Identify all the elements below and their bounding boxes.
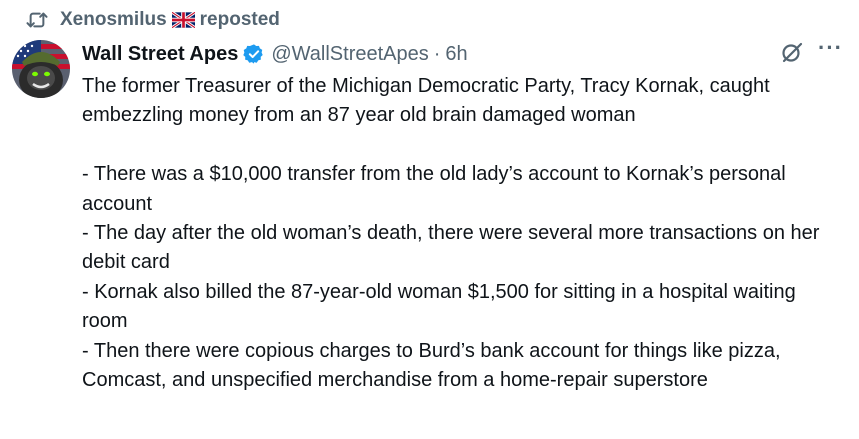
header-separator: · (433, 42, 441, 65)
tweet-bullet: - There was a $10,000 transfer from the … (82, 163, 786, 215)
repost-icon (26, 10, 48, 30)
tweet-actions: ··· (780, 37, 843, 64)
tweet-timestamp[interactable]: 6h (445, 43, 467, 66)
author-handle[interactable]: @WallStreetApes (271, 43, 428, 66)
grok-icon[interactable] (780, 40, 804, 64)
repost-label: reposted (199, 9, 280, 30)
repost-user[interactable]: Xenosmilus (60, 9, 167, 31)
verified-badge-icon[interactable] (243, 43, 265, 65)
author-name[interactable]: Wall Street Apes (82, 43, 238, 66)
tweet-bullet: - Then there were copious charges to Bur… (82, 339, 781, 392)
tweet-bullet: - Kornak also billed the 87-year-old wom… (82, 280, 796, 333)
repost-row[interactable]: Xenosmilus reposted (26, 7, 280, 33)
tweet-intro: The former Treasurer of the Michigan Dem… (82, 75, 770, 127)
gorilla-avatar (12, 40, 70, 98)
tweet-text: The former Treasurer of the Michigan Dem… (82, 72, 822, 395)
tweet-header: Wall Street Apes @WallStreetApes · 6h (82, 38, 822, 70)
avatar[interactable] (12, 40, 70, 98)
tweet-content: Wall Street Apes @WallStreetApes · 6h Th… (82, 38, 822, 395)
tweet-bullet: - The day after the old woman’s death, t… (82, 222, 820, 274)
tweet[interactable]: Xenosmilus reposted Wall Street Apes @Wa… (0, 0, 859, 439)
uk-flag-icon (171, 12, 195, 28)
more-options-button[interactable]: ··· (818, 37, 843, 59)
